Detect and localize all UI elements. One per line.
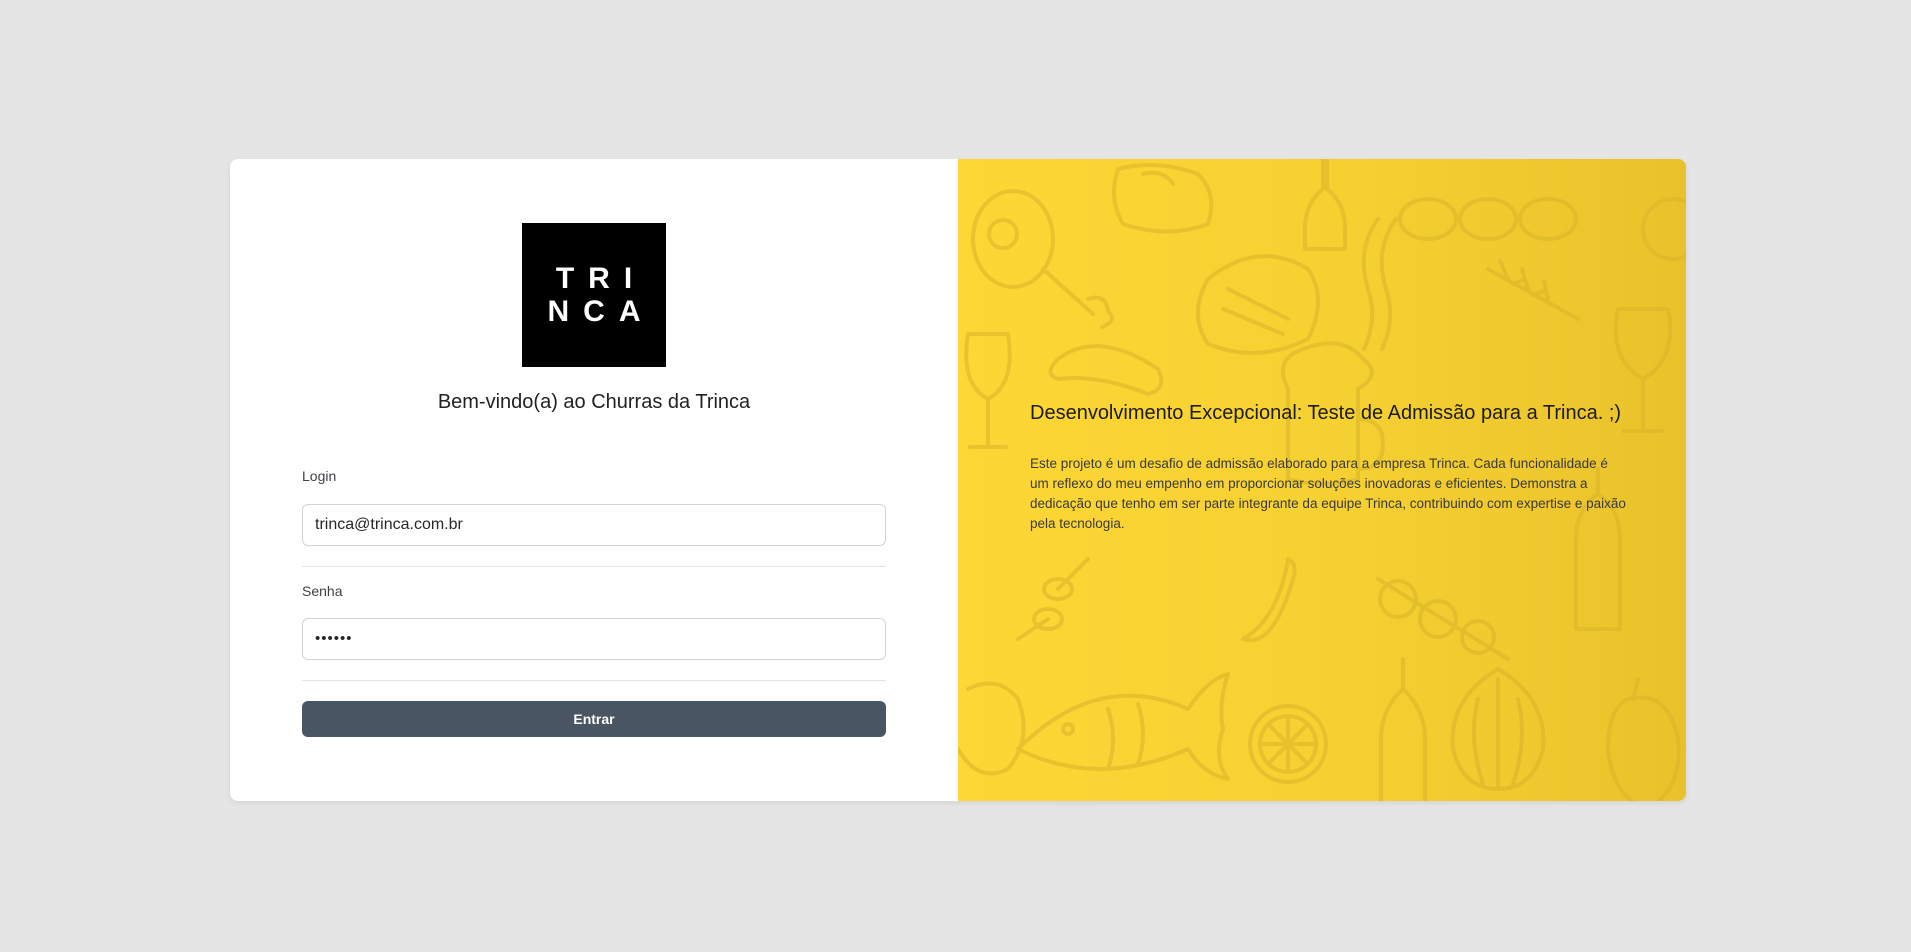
trinca-logo: TRI NCA [522,223,666,367]
info-content: Desenvolvimento Excepcional: Teste de Ad… [1030,399,1630,534]
login-label: Login [302,468,337,484]
password-label: Senha [302,583,343,599]
login-card: TRI NCA Bem-vindo(a) ao Churras da Trinc… [230,159,1686,801]
logo-line-2: NCA [547,295,655,328]
login-input[interactable]: trinca@trinca.com.br [302,504,886,546]
info-description: Este projeto é um desafio de admissão el… [1030,456,1626,531]
password-input[interactable]: •••••• [302,618,886,660]
login-button[interactable]: Entrar [302,701,886,737]
info-title: Desenvolvimento Excepcional: Teste de Ad… [1030,402,1622,424]
password-divider [302,680,886,681]
welcome-heading: Bem-vindo(a) ao Churras da Trinca [437,391,751,413]
info-panel: Desenvolvimento Excepcional: Teste de Ad… [958,159,1686,801]
logo-line-1: TRI [555,262,647,295]
login-divider [302,566,886,567]
login-panel: TRI NCA Bem-vindo(a) ao Churras da Trinc… [230,159,958,801]
